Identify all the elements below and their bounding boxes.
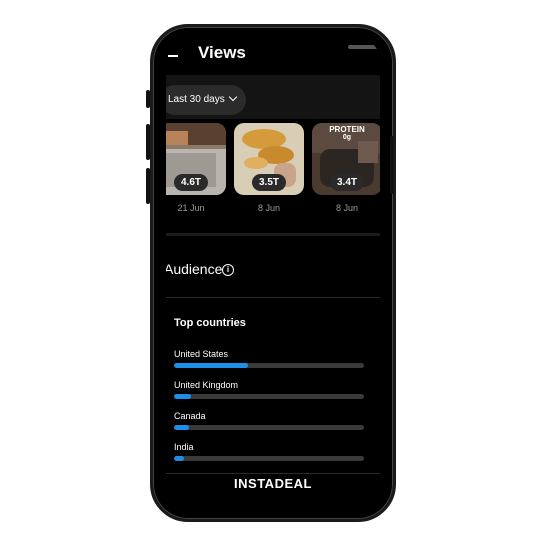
top-countries-title: Top countries	[174, 317, 246, 329]
country-name: Canada	[174, 411, 206, 421]
country-bar-track	[174, 425, 364, 430]
thumbnail-overlay-subtext: 0g	[342, 134, 352, 141]
top-bar: Views	[166, 37, 380, 75]
country-bar-fill	[174, 363, 249, 368]
volume-down-button	[146, 168, 150, 204]
country-name: United Kingdom	[174, 380, 239, 390]
section-divider	[166, 473, 380, 474]
side-button	[146, 90, 150, 108]
volume-up-button	[146, 124, 150, 160]
screen: Views Last 30 days 4.6T 3.5T PROTEIN 0g …	[166, 37, 380, 507]
date-range-filter[interactable]: Last 30 days	[166, 85, 246, 115]
view-count: 4.6T	[173, 174, 209, 191]
info-icon[interactable]: i	[222, 264, 234, 276]
country-bar-fill	[174, 394, 192, 399]
phone-frame: Views Last 30 days 4.6T 3.5T PROTEIN 0g …	[150, 24, 396, 522]
country-name: United States	[174, 349, 229, 359]
section-divider	[166, 233, 380, 236]
watermark-text: INSTADEAL	[234, 476, 312, 491]
thumbnail-date: 21 Jun	[177, 203, 205, 213]
video-thumbnail[interactable]: 4.6T	[166, 123, 226, 195]
view-count: 3.4T	[329, 174, 365, 191]
view-count: 3.5T	[251, 174, 287, 191]
video-thumbnail[interactable]: PROTEIN 0g 3.4T	[312, 123, 380, 195]
chevron-down-icon	[228, 92, 237, 102]
thumbnail-overlay-text: PROTEIN	[329, 125, 365, 134]
country-bar-track	[174, 394, 364, 399]
back-arrow-icon[interactable]	[168, 55, 178, 57]
speaker	[348, 45, 380, 49]
notch	[258, 37, 380, 59]
video-thumbnail[interactable]: 3.5T	[234, 123, 304, 195]
date-range-label: Last 30 days	[168, 94, 225, 105]
thumbnail-date: 8 Jun	[335, 203, 359, 213]
power-button	[390, 136, 394, 194]
country-bar-track	[174, 363, 364, 368]
page-title: Views	[198, 43, 246, 62]
country-name: India	[174, 442, 194, 452]
country-bar-fill	[174, 456, 184, 461]
audience-heading: Audience	[166, 261, 223, 277]
thumbnail-date: 8 Jun	[257, 203, 281, 213]
country-bar-fill	[174, 425, 190, 430]
section-divider	[166, 297, 380, 298]
country-bar-track	[174, 456, 364, 461]
